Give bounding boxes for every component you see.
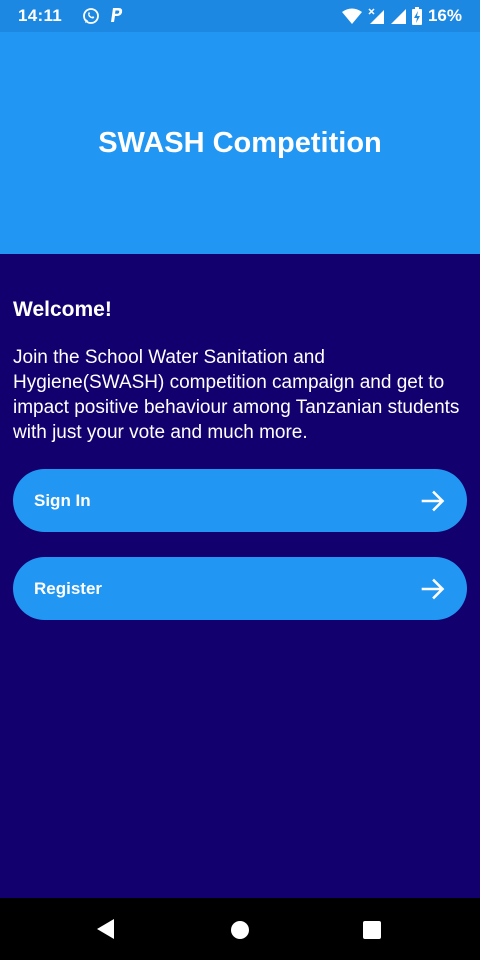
whatsapp-icon bbox=[83, 8, 99, 24]
welcome-section: Welcome! Join the School Water Sanitatio… bbox=[13, 298, 467, 445]
battery-charging-icon bbox=[411, 7, 422, 25]
app-header: SWASH Competition bbox=[0, 32, 480, 254]
home-icon[interactable] bbox=[230, 920, 250, 945]
battery-percentage: 16% bbox=[427, 6, 462, 25]
sign-in-label: Sign In bbox=[34, 490, 91, 510]
arrow-right-icon bbox=[421, 577, 445, 601]
register-button[interactable]: Register bbox=[13, 557, 467, 620]
status-left-icons bbox=[82, 7, 124, 25]
status-right: 16% bbox=[341, 6, 462, 26]
welcome-heading: Welcome! bbox=[13, 298, 112, 321]
arrow-right-icon bbox=[421, 489, 445, 513]
navigation-bar bbox=[0, 898, 480, 960]
page-title: SWASH Competition bbox=[98, 126, 382, 159]
recents-icon[interactable] bbox=[362, 920, 382, 945]
wifi-icon bbox=[341, 8, 362, 24]
status-time: 14:11 bbox=[18, 6, 63, 25]
signal-icon bbox=[390, 9, 406, 24]
sign-in-button[interactable]: Sign In bbox=[13, 469, 467, 532]
welcome-description: Join the School Water Sanitation and Hyg… bbox=[13, 347, 460, 443]
signal-x-icon bbox=[368, 8, 384, 24]
register-label: Register bbox=[34, 578, 103, 598]
paypal-icon bbox=[111, 8, 123, 22]
back-icon[interactable] bbox=[96, 918, 116, 945]
status-bar: 14:11 16% bbox=[0, 0, 480, 32]
